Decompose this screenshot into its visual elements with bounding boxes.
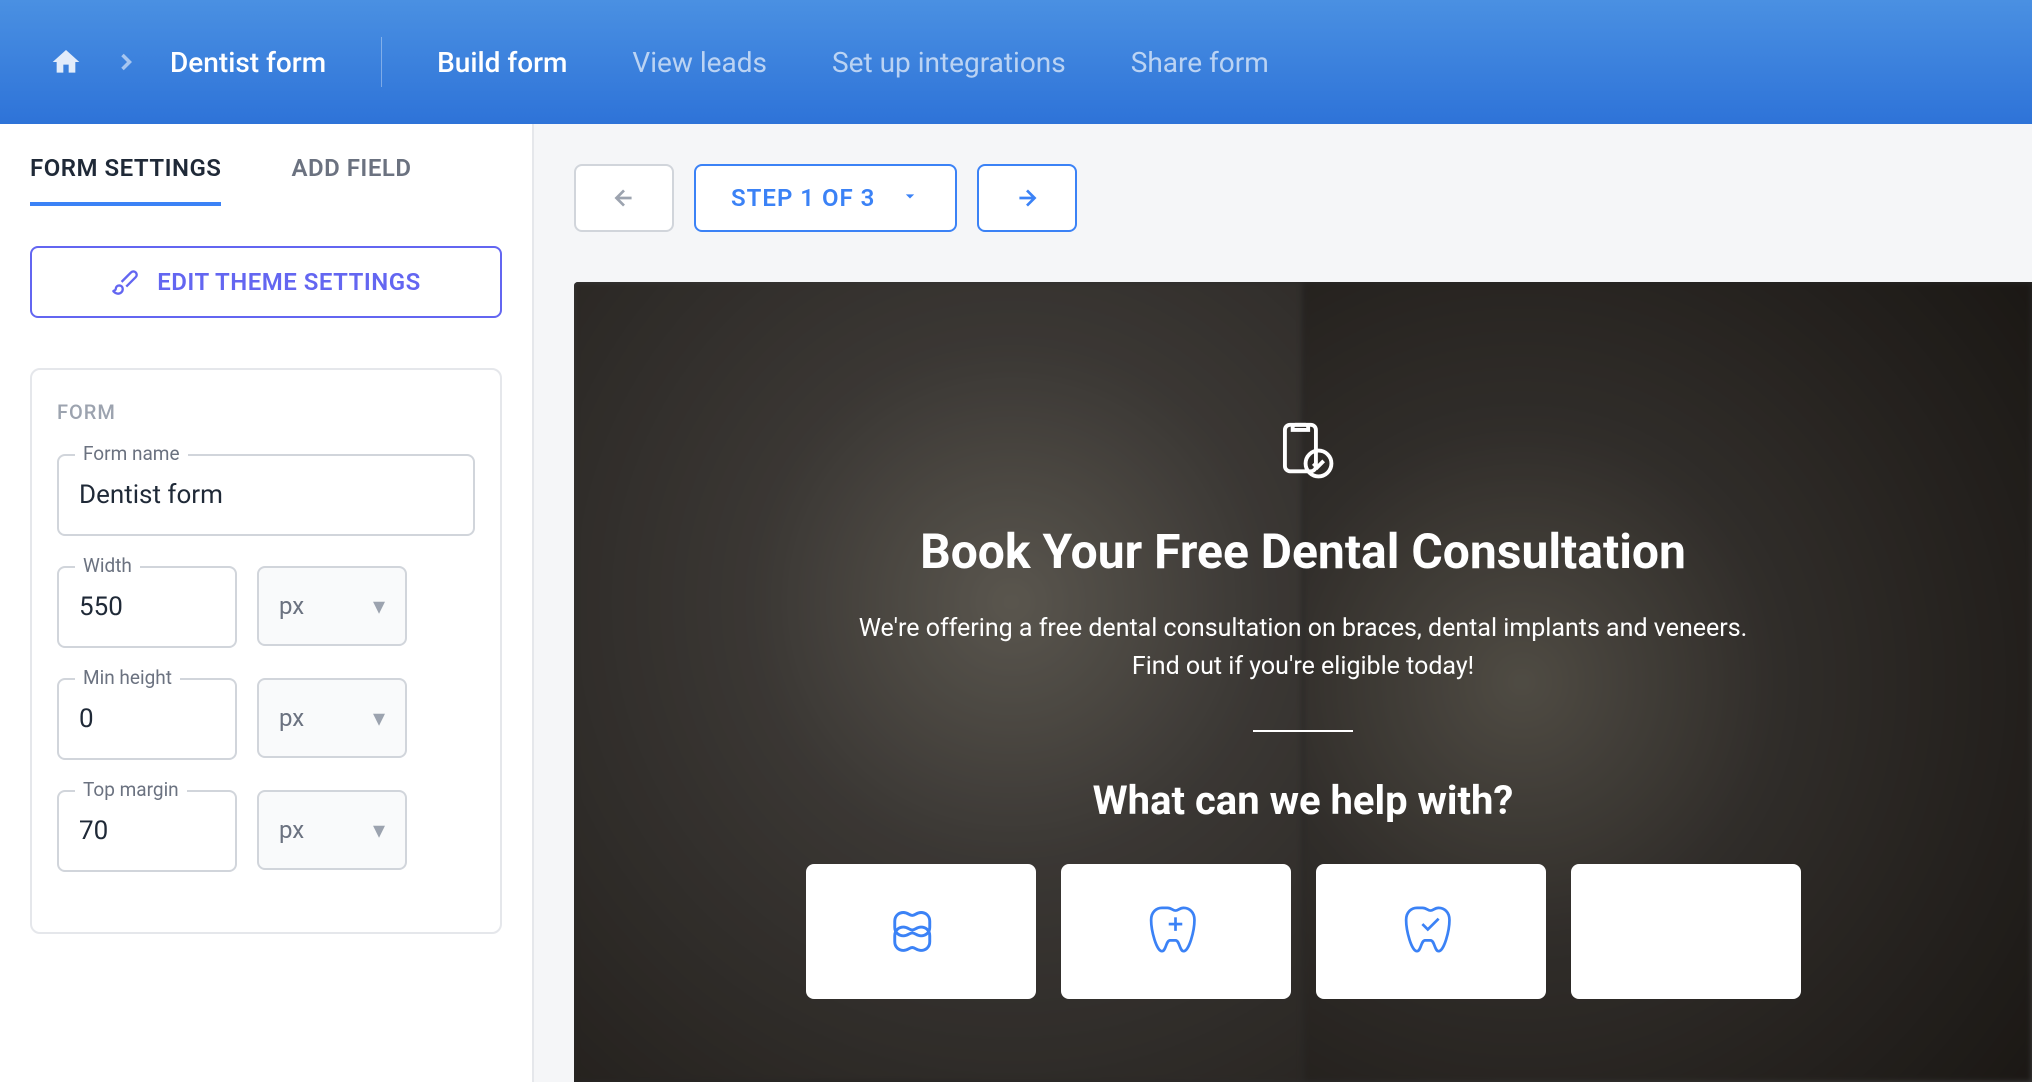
form-name-label: Form name — [75, 442, 188, 465]
tab-form-settings[interactable]: FORM SETTINGS — [30, 154, 221, 206]
edit-theme-label: EDIT THEME SETTINGS — [157, 268, 421, 296]
top-margin-label: Top margin — [75, 778, 187, 801]
option-card-veneer[interactable] — [1316, 864, 1546, 999]
preview-divider — [1253, 730, 1353, 732]
option-card-braces[interactable] — [806, 864, 1036, 999]
caret-down-icon: ▾ — [373, 704, 385, 732]
nav-set-up-integrations[interactable]: Set up integrations — [832, 46, 1066, 79]
arrow-right-icon — [1014, 185, 1040, 211]
form-section: FORM Form name Width px ▾ — [30, 368, 502, 934]
breadcrumb-title: Dentist form — [170, 46, 326, 79]
option-card-other[interactable] — [1571, 864, 1801, 999]
next-step-button[interactable] — [977, 164, 1077, 232]
tooth-check-icon — [1398, 897, 1463, 966]
width-unit-select[interactable]: px ▾ — [257, 566, 407, 646]
header-nav: Build form View leads Set up integration… — [437, 46, 1269, 79]
top-margin-unit-select[interactable]: px ▾ — [257, 790, 407, 870]
min-height-unit-value: px — [279, 704, 304, 732]
step-label: STEP 1 OF 3 — [731, 184, 875, 212]
caret-down-icon: ▾ — [373, 592, 385, 620]
nav-share-form[interactable]: Share form — [1131, 46, 1269, 79]
braces-icon — [886, 895, 956, 969]
step-dropdown[interactable]: STEP 1 OF 3 — [694, 164, 957, 232]
min-height-label: Min height — [75, 666, 180, 689]
chevron-right-icon — [112, 48, 140, 76]
width-label: Width — [75, 554, 140, 577]
preview-question: What can we help with? — [1093, 777, 1514, 824]
nav-view-leads[interactable]: View leads — [632, 46, 767, 79]
header-divider — [381, 37, 382, 87]
clipboard-check-icon — [1272, 417, 1334, 483]
caret-down-icon — [900, 184, 920, 212]
app-header: Dentist form Build form View leads Set u… — [0, 0, 2032, 124]
step-bar: STEP 1 OF 3 — [574, 164, 2032, 232]
nav-build-form[interactable]: Build form — [437, 46, 567, 79]
width-input[interactable] — [57, 566, 237, 648]
home-icon[interactable] — [50, 46, 82, 78]
edit-theme-button[interactable]: EDIT THEME SETTINGS — [30, 246, 502, 318]
form-name-input[interactable] — [57, 454, 475, 536]
width-unit-value: px — [279, 592, 304, 620]
preview-subtitle: We're offering a free dental consultatio… — [853, 610, 1753, 685]
prev-step-button[interactable] — [574, 164, 674, 232]
min-height-input[interactable] — [57, 678, 237, 760]
top-margin-unit-value: px — [279, 816, 304, 844]
sidebar: FORM SETTINGS ADD FIELD EDIT THEME SETTI… — [0, 124, 534, 1082]
brush-icon — [111, 268, 139, 296]
preview-title: Book Your Free Dental Consultation — [920, 523, 1686, 580]
form-preview: Book Your Free Dental Consultation We're… — [574, 282, 2032, 1082]
tooth-plus-icon — [1143, 897, 1208, 966]
tab-add-field[interactable]: ADD FIELD — [291, 154, 411, 206]
top-margin-input[interactable] — [57, 790, 237, 872]
option-card-implant[interactable] — [1061, 864, 1291, 999]
main-panel: STEP 1 OF 3 — [534, 124, 2032, 1082]
section-title: FORM — [57, 400, 475, 424]
arrow-left-icon — [611, 185, 637, 211]
caret-down-icon: ▾ — [373, 816, 385, 844]
min-height-unit-select[interactable]: px ▾ — [257, 678, 407, 758]
